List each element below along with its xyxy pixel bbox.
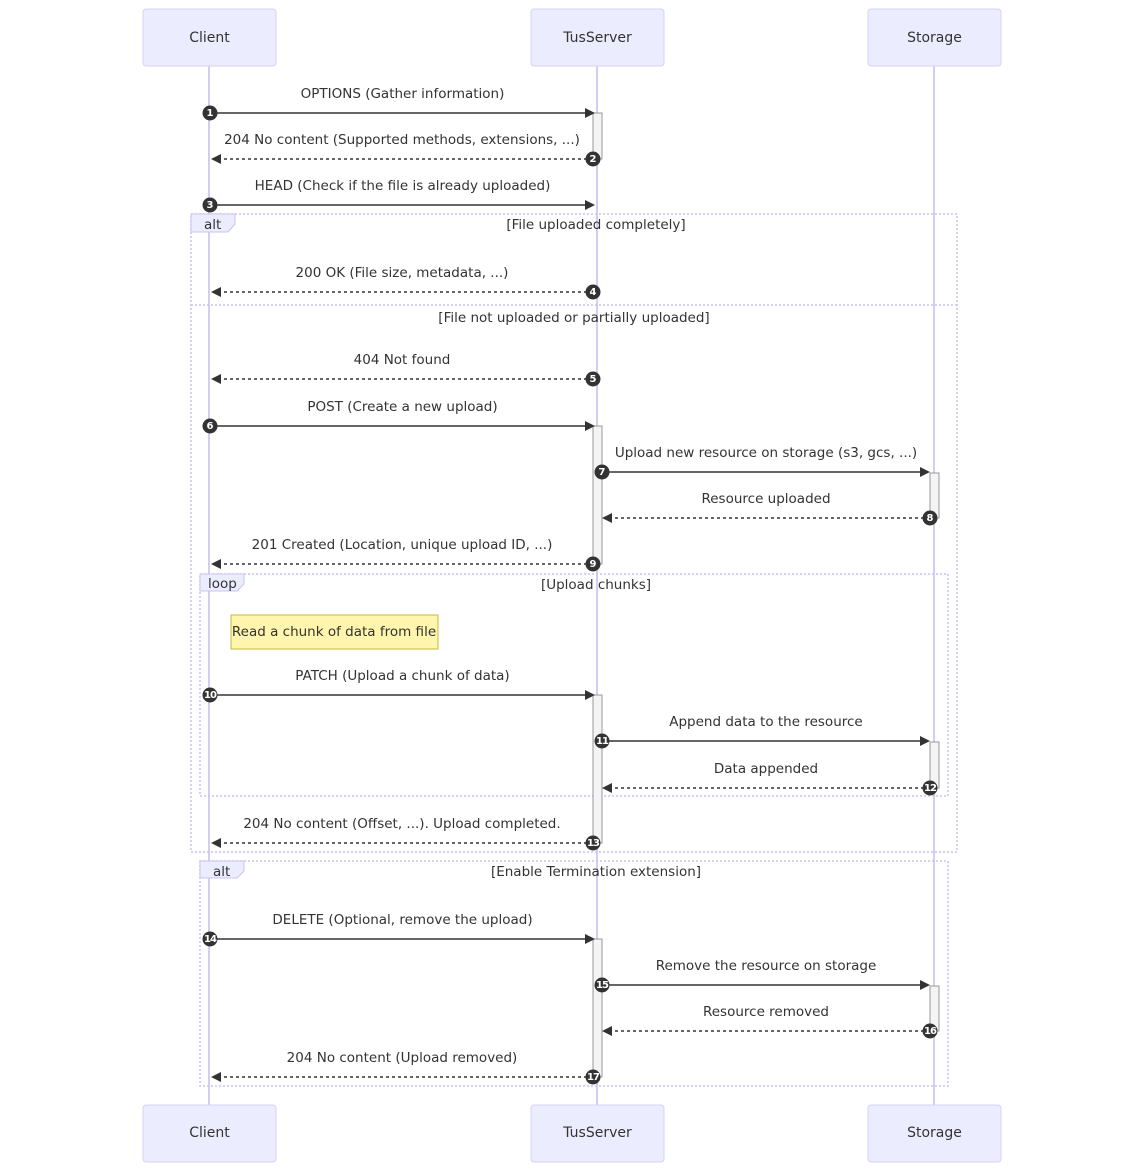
- message-label: 204 No content (Offset, ...). Upload com…: [243, 816, 560, 832]
- sequence-number: 4: [590, 287, 597, 298]
- sequence-number: 2: [590, 154, 597, 165]
- actor-label: Client: [189, 1125, 230, 1141]
- loop-fragment-upload-chunks: loop [Upload chunks]: [199, 573, 949, 797]
- message-label: PATCH (Upload a chunk of data): [295, 668, 509, 684]
- message-13: 204 No content (Offset, ...). Upload com…: [211, 816, 601, 851]
- arrowhead-icon: [211, 838, 221, 848]
- sequence-number: 6: [207, 421, 214, 432]
- message-11: Append data to the resource 11: [594, 714, 930, 749]
- message-7: Upload new resource on storage (s3, gcs,…: [594, 445, 930, 480]
- actor-label: Storage: [907, 30, 962, 46]
- note-text: Read a chunk of data from file: [232, 624, 436, 640]
- sequence-number: 9: [590, 559, 597, 570]
- activation-bar: [592, 694, 603, 844]
- arrowhead-icon: [211, 154, 221, 164]
- arrowhead-icon: [920, 980, 930, 990]
- sequence-number: 10: [204, 690, 217, 701]
- alt-label: alt: [204, 217, 221, 233]
- message-label: OPTIONS (Gather information): [301, 86, 505, 102]
- message-label: POST (Create a new upload): [307, 399, 497, 415]
- actor-label: Client: [189, 30, 230, 46]
- alt-condition: [Enable Termination extension]: [491, 864, 701, 880]
- alt-label: alt: [213, 864, 230, 880]
- loop-condition: [Upload chunks]: [541, 577, 651, 593]
- arrowhead-icon: [602, 1026, 612, 1036]
- arrowhead-icon: [602, 513, 612, 523]
- sequence-number: 3: [207, 200, 214, 211]
- message-2: 204 No content (Supported methods, exten…: [211, 132, 601, 167]
- message-label: DELETE (Optional, remove the upload): [272, 912, 532, 928]
- arrowhead-icon: [585, 200, 595, 210]
- message-3: HEAD (Check if the file is already uploa…: [202, 178, 595, 213]
- message-10: PATCH (Upload a chunk of data) 10: [202, 668, 595, 703]
- sequence-number: 14: [204, 934, 217, 945]
- message-label: 404 Not found: [354, 352, 451, 368]
- alt-condition: [File uploaded completely]: [506, 217, 685, 233]
- message-label: Append data to the resource: [669, 714, 862, 730]
- message-15: Remove the resource on storage 15: [594, 958, 930, 993]
- message-5: 404 Not found 5: [211, 352, 601, 387]
- sequence-number: 13: [587, 838, 600, 849]
- message-16: Resource removed 16: [602, 1004, 938, 1039]
- message-8: Resource uploaded 8: [602, 491, 938, 526]
- actor-tusserver-bottom: TusServer: [530, 1104, 665, 1163]
- message-label: Remove the resource on storage: [656, 958, 877, 974]
- sequence-number: 7: [599, 467, 606, 478]
- activation-bar: [592, 938, 603, 1078]
- message-12: Data appended 12: [602, 761, 938, 796]
- arrowhead-icon: [920, 736, 930, 746]
- message-14: DELETE (Optional, remove the upload) 14: [202, 912, 595, 947]
- actor-tusserver-top: TusServer: [530, 8, 665, 67]
- message-label: Data appended: [714, 761, 818, 777]
- sequence-number: 8: [927, 513, 934, 524]
- sequence-number: 15: [596, 980, 609, 991]
- message-17: 204 No content (Upload removed) 17: [211, 1050, 601, 1085]
- sequence-number: 5: [590, 374, 597, 385]
- message-label: HEAD (Check if the file is already uploa…: [255, 178, 551, 194]
- actor-label: Storage: [907, 1125, 962, 1141]
- arrowhead-icon: [211, 374, 221, 384]
- actor-storage-top: Storage: [867, 8, 1002, 67]
- message-label: Resource removed: [703, 1004, 829, 1020]
- sequence-number: 1: [207, 108, 214, 119]
- sequence-number: 11: [596, 736, 609, 747]
- note-read-chunk: Read a chunk of data from file: [230, 614, 439, 650]
- message-9: 201 Created (Location, unique upload ID,…: [211, 537, 601, 572]
- sequence-diagram: alt [File uploaded completely] [File not…: [142, 8, 1002, 1163]
- loop-label: loop: [208, 576, 237, 592]
- message-4: 200 OK (File size, metadata, ...) 4: [211, 265, 601, 300]
- message-label: 201 Created (Location, unique upload ID,…: [252, 537, 553, 553]
- message-label: Resource uploaded: [701, 491, 830, 507]
- actor-client-top: Client: [142, 8, 277, 67]
- arrowhead-icon: [211, 559, 221, 569]
- sequence-number: 12: [924, 783, 937, 794]
- sequence-number: 17: [587, 1072, 600, 1083]
- arrowhead-icon: [920, 467, 930, 477]
- actor-label: TusServer: [562, 30, 632, 46]
- alt-fragment-upload-status: alt [File uploaded completely] [File not…: [190, 213, 958, 853]
- message-6: POST (Create a new upload) 6: [202, 399, 595, 434]
- activation-bar: [592, 425, 603, 565]
- sequence-number: 16: [924, 1026, 937, 1037]
- actor-label: TusServer: [562, 1125, 632, 1141]
- actor-client-bottom: Client: [142, 1104, 277, 1163]
- message-label: Upload new resource on storage (s3, gcs,…: [615, 445, 917, 461]
- message-label: 200 OK (File size, metadata, ...): [296, 265, 509, 281]
- message-label: 204 No content (Supported methods, exten…: [224, 132, 580, 148]
- arrowhead-icon: [602, 783, 612, 793]
- message-label: 204 No content (Upload removed): [287, 1050, 518, 1066]
- actor-storage-bottom: Storage: [867, 1104, 1002, 1163]
- else-condition: [File not uploaded or partially uploaded…: [438, 310, 709, 326]
- arrowhead-icon: [211, 1072, 221, 1082]
- message-1: OPTIONS (Gather information) 1: [202, 86, 595, 121]
- arrowhead-icon: [211, 287, 221, 297]
